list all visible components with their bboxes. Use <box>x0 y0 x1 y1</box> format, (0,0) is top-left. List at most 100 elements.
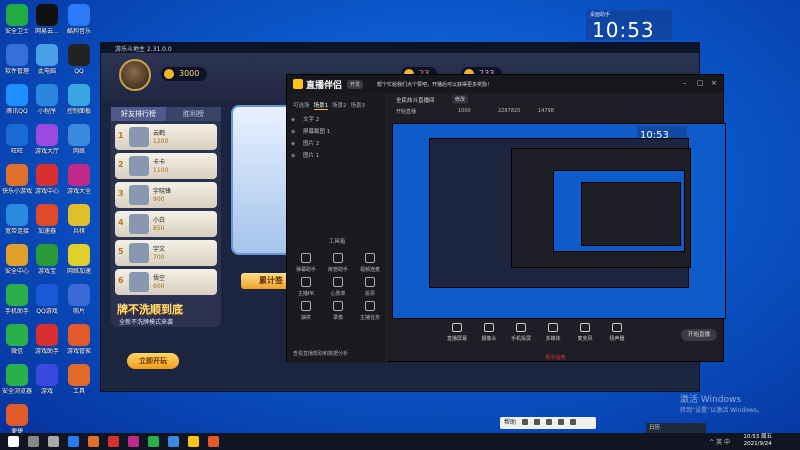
friend-row[interactable]: 1 云鹤 1200 <box>115 124 217 150</box>
edit-room-button[interactable]: 修改 <box>452 95 469 104</box>
desktop-shortcut[interactable]: 安全卫士 <box>0 4 34 35</box>
toolbox-item[interactable]: 主播任务 <box>355 301 385 321</box>
desktop-shortcut[interactable]: 游戏大全 <box>62 164 96 195</box>
toolbox-item[interactable]: 主播PK <box>291 277 321 297</box>
stream-control-button[interactable]: 直播屏幕 <box>442 322 472 342</box>
friend-rank: 5 <box>118 247 124 256</box>
desktop-shortcut[interactable]: 手机助手 <box>0 284 34 315</box>
tool-icon[interactable] <box>545 419 552 425</box>
stream-control-button[interactable]: 麦克风 <box>570 322 600 342</box>
scene-source-item[interactable]: 图片 2 <box>287 138 386 150</box>
desktop-shortcut[interactable]: 宽带连接 <box>0 204 34 235</box>
desktop-shortcut[interactable]: 兵棋 <box>62 204 96 235</box>
tool-icon[interactable] <box>521 419 528 425</box>
desktop-shortcut[interactable]: 安全浏览器 <box>0 364 34 395</box>
stream-preview[interactable]: 10:53 <box>392 123 726 319</box>
maximize-icon[interactable]: □ <box>697 79 705 87</box>
toolbox-item[interactable]: 投票 <box>355 277 385 297</box>
beginner-guide-link[interactable]: 新手指南 <box>388 354 723 361</box>
desktop-shortcut[interactable]: QQ游戏 <box>30 284 64 315</box>
minimize-icon[interactable]: – <box>683 79 691 87</box>
desktop-shortcut[interactable]: 游戏中心 <box>30 164 64 195</box>
stream-control-button[interactable]: 扬声器 <box>602 322 632 342</box>
desktop-shortcut[interactable]: 游戏 <box>30 364 64 395</box>
taskbar-app-icon[interactable] <box>188 436 199 447</box>
desktop-shortcut[interactable]: 旺旺 <box>0 124 34 155</box>
scene-source-item[interactable]: 图片 1 <box>287 150 386 162</box>
control-label: 手机投屏 <box>510 335 531 342</box>
desktop-shortcut[interactable]: 游戏管家 <box>62 324 96 355</box>
desktop-shortcut[interactable]: 微信 <box>0 324 34 355</box>
streaming-app-window[interactable]: 直播伴侣 开发 帮个忙给我们点个赞吧，开播后可以获得更多奖励！ – □ × 可选… <box>286 74 726 363</box>
floating-toolbar[interactable]: 帮助 <box>500 417 596 429</box>
desktop-shortcut[interactable]: 此电脑 <box>30 44 64 75</box>
tab-scene-1[interactable]: 场景1 <box>313 101 329 110</box>
player-avatar[interactable] <box>119 59 151 91</box>
system-tray[interactable]: ^ 英 中 <box>709 437 730 446</box>
taskbar-app-icon[interactable] <box>148 436 159 447</box>
desktop-shortcut[interactable]: 网络 <box>62 124 96 155</box>
tab-win-ranking[interactable]: 胜利榜 <box>166 107 221 121</box>
desktop-shortcut[interactable]: 工具 <box>62 364 96 395</box>
desktop-shortcut[interactable]: 控制面板 <box>62 84 96 115</box>
desktop-shortcut[interactable]: 游戏助手 <box>30 324 64 355</box>
control-label: 扬声器 <box>609 335 625 342</box>
stream-control-button[interactable]: 多媒体 <box>538 322 568 342</box>
desktop-shortcut[interactable]: QQ <box>62 44 96 75</box>
toolbox-item[interactable]: 房管助手 <box>323 253 353 273</box>
notice-text[interactable]: 帮个忙给我们点个赞吧，开播后可以获得更多奖励！ <box>377 81 492 88</box>
friend-row[interactable]: 3 宇晓锋 900 <box>115 182 217 208</box>
coin-balance[interactable]: 3000 <box>161 67 208 81</box>
stream-control-button[interactable]: 手机投屏 <box>506 322 536 342</box>
desktop-shortcut[interactable]: 酷狗音乐 <box>62 4 96 35</box>
taskbar-app-icon[interactable] <box>208 436 219 447</box>
tab-scene-2[interactable]: 场景2 <box>332 101 347 110</box>
tab-scene-3[interactable]: 场景3 <box>351 101 366 110</box>
desktop-shortcut[interactable]: 快乐小游戏 <box>0 164 34 195</box>
toolbox-item[interactable]: 录像 <box>323 301 353 321</box>
windows-start-icon[interactable] <box>8 436 19 447</box>
help-tip[interactable]: 查看直播帮助和数据分析 <box>293 350 348 357</box>
play-now-button[interactable]: 立即开玩 <box>127 353 179 369</box>
desktop-shortcut[interactable]: 腾讯QQ <box>0 84 34 115</box>
desktop-shortcut[interactable]: 网络加速 <box>62 244 96 275</box>
desktop-shortcut[interactable]: 便捷 <box>0 404 34 435</box>
desktop-shortcut[interactable]: 软件管理 <box>0 44 34 75</box>
scene-source-item[interactable]: 屏幕截图 1 <box>287 126 386 138</box>
taskbar-app-icon[interactable] <box>128 436 139 447</box>
toolbox-item[interactable]: 心愿单 <box>323 277 353 297</box>
taskbar-app-icon[interactable] <box>88 436 99 447</box>
desktop-shortcut[interactable]: 游戏大厅 <box>30 124 64 155</box>
friend-rank: 4 <box>118 218 124 227</box>
go-live-button[interactable]: 开始直播 <box>681 329 717 341</box>
toolbox-item[interactable]: 弹幕助手 <box>291 253 321 273</box>
close-icon[interactable]: × <box>711 79 719 87</box>
stream-control-button[interactable]: 摄像头 <box>474 322 504 342</box>
toolbox-item[interactable]: 视频连麦 <box>355 253 385 273</box>
desktop-shortcut[interactable]: 小程序 <box>30 84 64 115</box>
desktop-shortcut[interactable]: 加速器 <box>30 204 64 235</box>
desktop-shortcut[interactable]: 照片 <box>62 284 96 315</box>
desktop-shortcut[interactable]: 游戏宝 <box>30 244 64 275</box>
desktop-clock-widget[interactable]: 桌面助手 10:53 <box>586 10 672 42</box>
tab-friend-ranking[interactable]: 好友排行榜 <box>111 107 166 121</box>
taskbar-app-icon[interactable] <box>108 436 119 447</box>
scene-source-item[interactable]: 文字 2 <box>287 114 386 126</box>
tool-icon[interactable] <box>533 419 540 425</box>
friend-row[interactable]: 4 小白 850 <box>115 211 217 237</box>
taskbar-app-icon[interactable] <box>168 436 179 447</box>
toolbox-item[interactable]: 抽奖 <box>291 301 321 321</box>
taskbar-app-icon[interactable] <box>28 436 39 447</box>
friend-row[interactable]: 2 卡卡 1100 <box>115 153 217 179</box>
friend-row[interactable]: 5 宇文 700 <box>115 240 217 266</box>
desktop-shortcut[interactable]: 网易云... <box>30 4 64 35</box>
friend-row[interactable]: 6 悟空 600 <box>115 269 217 295</box>
tool-icon[interactable] <box>557 419 564 425</box>
taskbar-app-icon[interactable] <box>48 436 59 447</box>
tab-scene-optional[interactable]: 可选场 <box>293 101 310 110</box>
tray-popup[interactable]: 日历 <box>646 423 706 433</box>
tool-icon[interactable] <box>569 419 576 425</box>
taskbar-app-icon[interactable] <box>68 436 79 447</box>
desktop-shortcut[interactable]: 安全中心 <box>0 244 34 275</box>
taskbar-clock[interactable]: 10:53 周五 2021/9/24 <box>743 434 772 448</box>
